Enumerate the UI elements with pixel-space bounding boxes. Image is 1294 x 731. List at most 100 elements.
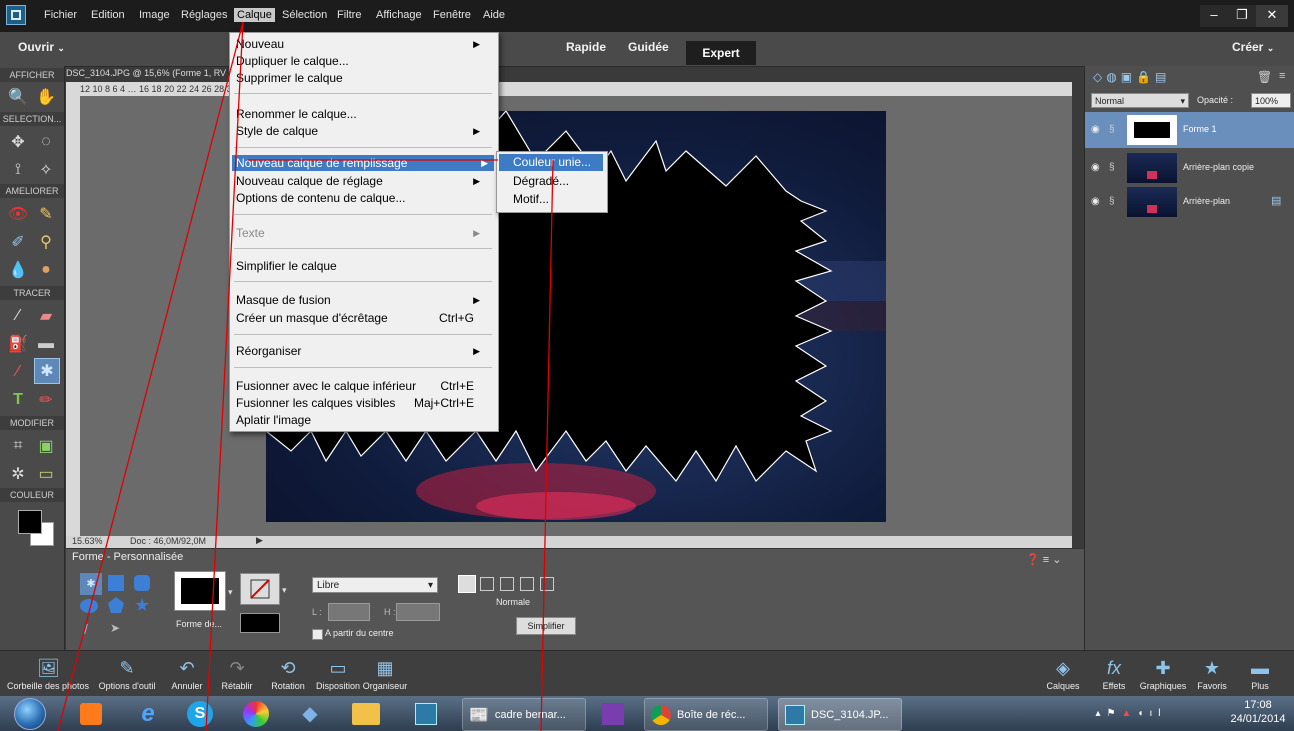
content-move-icon[interactable]: ✲	[6, 462, 30, 486]
star-shape-icon[interactable]: ★	[134, 595, 150, 616]
line-shape-icon[interactable]: /	[84, 621, 88, 637]
menu-reglages[interactable]: Réglages	[181, 9, 227, 21]
taskbar-window-boite[interactable]: Boîte de réc...	[644, 698, 768, 731]
menu-item-reorganiser[interactable]: Réorganiser ▶	[236, 343, 486, 359]
recompose-icon[interactable]: ▣	[34, 434, 58, 458]
tool-options-button[interactable]: ✎ Options d'outil	[96, 651, 158, 697]
system-tray[interactable]: ▴ ⚑ ▲ ◖ ıl	[1076, 698, 1186, 729]
selection-arrow-icon[interactable]: ➤	[110, 621, 120, 635]
menu-item-dupliquer[interactable]: Dupliquer le calque...	[236, 53, 486, 69]
hand-icon[interactable]: ✋	[34, 85, 58, 109]
menu-item-supprimer[interactable]: Supprimer le calque	[236, 70, 486, 86]
from-center-checkbox[interactable]	[312, 629, 323, 640]
custom-shape-icon[interactable]: ✱	[34, 358, 60, 384]
app-logo-icon[interactable]	[6, 5, 26, 25]
magic-wand-icon[interactable]: ✧	[34, 158, 58, 182]
straighten-icon[interactable]: ▭	[34, 462, 58, 486]
menu-edition[interactable]: Edition	[91, 9, 125, 21]
menu-item-fusionner-inferieur[interactable]: Fusionner avec le calque inférieur Ctrl+E	[236, 378, 486, 394]
minimize-icon[interactable]: –	[1200, 5, 1228, 27]
taskbar-window-dsc[interactable]: DSC_3104.JP...	[778, 698, 902, 731]
menu-calque[interactable]: Calque	[234, 8, 275, 22]
menu-item-style[interactable]: Style de calque ▶	[236, 123, 486, 139]
menu-item-reglage[interactable]: Nouveau calque de réglage ▶	[236, 173, 486, 189]
rotate-button[interactable]: ⟲ Rotation	[264, 651, 312, 697]
layer-row-arriere-plan-copie[interactable]: ◉ § Arrière-plan copie	[1085, 150, 1294, 186]
media-player-icon[interactable]	[74, 698, 108, 729]
constraint-dropdown[interactable]: Libre ▾	[312, 577, 438, 593]
menu-image[interactable]: Image	[139, 9, 170, 21]
lasso-icon[interactable]: ⟟	[6, 158, 30, 182]
menu-item-masque-fusion[interactable]: Masque de fusion ▶	[236, 292, 486, 308]
internet-explorer-icon[interactable]: e	[128, 698, 168, 729]
exclude-shape-icon[interactable]	[540, 577, 554, 591]
photo-bin-button[interactable]: 🖼 Corbeille des photos	[0, 651, 96, 697]
add-shape-icon[interactable]	[480, 577, 494, 591]
menu-item-masque-ecretage[interactable]: Créer un masque d'écrêtage Ctrl+G	[236, 310, 486, 326]
blur-icon[interactable]: 💧	[6, 258, 30, 282]
healing-brush-icon[interactable]: ✎	[34, 202, 58, 226]
organizer-button[interactable]: ▦ Organiseur	[360, 651, 410, 697]
opacity-field[interactable]: 100%	[1251, 93, 1291, 108]
tab-guidee[interactable]: Guidée	[628, 40, 669, 54]
zoom-icon[interactable]: 🔍	[6, 85, 30, 109]
menu-aide[interactable]: Aide	[483, 9, 505, 21]
tab-expert[interactable]: Expert	[686, 41, 756, 65]
open-button[interactable]: Ouvrir ⌄	[18, 40, 65, 54]
eye-icon[interactable]: ◉	[1091, 196, 1100, 207]
chevron-down-icon[interactable]: ▾	[282, 585, 287, 596]
skype-icon[interactable]: S	[182, 698, 218, 729]
simplify-button[interactable]: Simplifier	[516, 617, 576, 635]
chevron-down-icon[interactable]: ▾	[228, 587, 233, 598]
document-tab[interactable]: DSC_3104.JPG @ 15,6% (Forme 1, RV	[66, 68, 236, 82]
link-icon[interactable]: §	[1109, 124, 1115, 135]
menu-affichage[interactable]: Affichage	[376, 9, 422, 21]
marquee-icon[interactable]: ◌	[34, 130, 58, 154]
layer-row-forme-1[interactable]: ◉ § Forme 1	[1085, 112, 1294, 148]
pencil-icon[interactable]: ✏	[34, 388, 58, 412]
graphics-button[interactable]: ✚ Graphiques	[1136, 651, 1190, 697]
height-field[interactable]	[396, 603, 440, 621]
custom-shape-option-icon[interactable]: ✱	[80, 573, 102, 595]
restore-icon[interactable]: ❐	[1228, 5, 1256, 27]
menu-item-renommer[interactable]: Renommer le calque...	[236, 106, 486, 122]
eyedropper-icon[interactable]: ⁄	[6, 360, 30, 384]
blend-mode-dropdown[interactable]: Normal ▾	[1091, 93, 1189, 108]
effects-button[interactable]: fx Effets	[1094, 651, 1134, 697]
menu-item-remplissage[interactable]: Nouveau calque de remplissage ▶	[232, 155, 494, 171]
subtract-shape-icon[interactable]	[500, 577, 514, 591]
move-icon[interactable]: ✥	[6, 130, 30, 154]
layers-toolbar-icons[interactable]: ◇◍▣🔒▤	[1093, 70, 1170, 84]
red-eye-icon[interactable]: 👁	[6, 202, 30, 226]
submenu-item-degrade[interactable]: Dégradé...	[513, 173, 603, 190]
onenote-icon[interactable]	[596, 698, 630, 729]
undo-button[interactable]: ↶ Annuler	[166, 651, 208, 697]
link-icon[interactable]: §	[1109, 162, 1115, 173]
shape-preview[interactable]	[174, 571, 226, 611]
paint-bucket-icon[interactable]: ⛽	[6, 332, 30, 356]
link-icon[interactable]: §	[1109, 196, 1115, 207]
close-icon[interactable]: ✕	[1256, 5, 1288, 27]
rectangle-shape-icon[interactable]	[108, 575, 124, 591]
create-button[interactable]: Créer ⌄	[1232, 40, 1274, 54]
book-app-icon[interactable]: ◆	[290, 698, 330, 729]
gradient-icon[interactable]: ▬	[34, 332, 58, 356]
menu-item-simplifier[interactable]: Simplifier le calque	[236, 258, 486, 274]
eye-icon[interactable]: ◉	[1091, 124, 1100, 135]
elements-pinned-icon[interactable]	[410, 698, 442, 729]
no-style-swatch[interactable]	[240, 573, 280, 605]
more-button[interactable]: ▬ Plus	[1240, 651, 1280, 697]
help-icon[interactable]: ❓ ≡ ⌄	[1026, 553, 1061, 566]
eye-icon[interactable]: ◉	[1091, 162, 1100, 173]
brush-icon[interactable]: ⁄	[6, 304, 30, 328]
clock[interactable]: 17:08 24/01/2014	[1226, 698, 1290, 726]
layers-button[interactable]: ◈ Calques	[1040, 651, 1086, 697]
menu-fichier[interactable]: Fichier	[44, 9, 77, 21]
menu-item-options-contenu[interactable]: Options de contenu de calque...	[236, 190, 486, 206]
width-field[interactable]	[328, 603, 370, 621]
start-button[interactable]	[10, 697, 50, 730]
picasa-icon[interactable]	[236, 698, 276, 729]
menu-selection[interactable]: Sélection	[282, 9, 327, 21]
polygon-shape-icon[interactable]	[108, 597, 124, 613]
file-explorer-icon[interactable]	[346, 698, 386, 729]
